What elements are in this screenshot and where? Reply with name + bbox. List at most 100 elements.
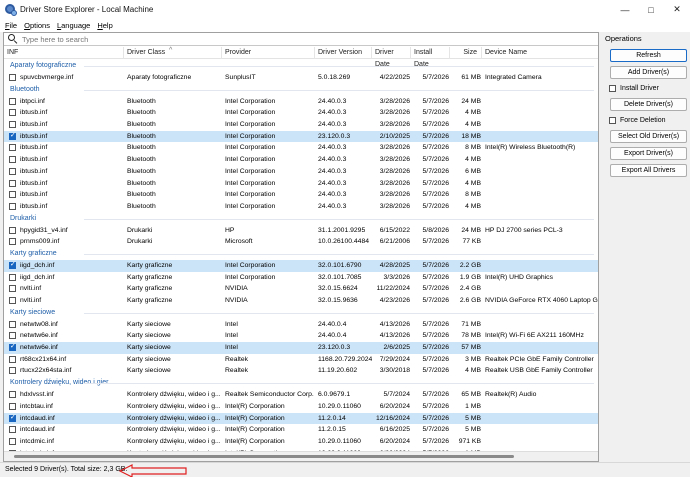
table-row[interactable]: netwtw08.inf Karty sieciowe Intel 24.40.0.4… xyxy=(4,319,598,331)
table-row[interactable]: prnms009.inf Drukarki Microsoft 10.0.26100.… xyxy=(4,236,598,248)
table-row[interactable]: intcdaud.inf Kontrolery dźwięku, wideo i … xyxy=(4,424,598,436)
cell-date: 11/22/2024 xyxy=(376,285,410,293)
refresh-button[interactable]: Refresh xyxy=(610,49,687,62)
table-row[interactable]: rtucx22x64sta.inf Karty sieciowe Realtek 11… xyxy=(4,365,598,377)
checkbox-box[interactable] xyxy=(609,117,616,124)
row-checkbox[interactable] xyxy=(9,297,16,304)
table-row[interactable]: intcbtau.inf Kontrolery dźwięku, wideo i … xyxy=(4,401,598,413)
cell-cls: Karty sieciowe xyxy=(127,320,171,328)
menu-file[interactable]: File xyxy=(5,21,17,30)
table-row[interactable]: intcdmic.inf Kontrolery dźwięku, wideo i … xyxy=(4,436,598,448)
col-header-driver-version[interactable]: Driver Version xyxy=(315,47,372,59)
row-checkbox[interactable] xyxy=(9,437,16,445)
col-header-size[interactable]: Size xyxy=(450,47,482,59)
menu-options[interactable]: Options xyxy=(24,21,50,30)
cell-ver: 24.40.0.3 xyxy=(318,144,347,152)
table-row[interactable]: ibtusb.inf Bluetooth Intel Corporation 24.4… xyxy=(4,166,598,178)
minimize-button[interactable]: — xyxy=(612,0,638,19)
table-row[interactable]: ibtusb.inf Bluetooth Intel Corporation 24.4… xyxy=(4,201,598,213)
delete-drivers-button[interactable]: Delete Driver(s) xyxy=(610,98,687,111)
table-row[interactable]: ibtusb.inf Bluetooth Intel Corporation 24.4… xyxy=(4,178,598,190)
horizontal-scrollbar[interactable] xyxy=(4,451,598,461)
table-row[interactable]: iigd_dch.inf Karty graficzne Intel Corpora… xyxy=(4,259,598,272)
cell-ver: 5.0.18.269 xyxy=(318,74,351,81)
col-header-install-date[interactable]: Install Date xyxy=(411,47,450,68)
cell-date: 7/29/2024 xyxy=(379,355,410,363)
row-checkbox[interactable] xyxy=(9,191,16,199)
table-row[interactable]: ibtusb.inf Bluetooth Intel Corporation 23.1… xyxy=(4,130,598,143)
cell-cls: Karty graficzne xyxy=(127,285,173,293)
table-row[interactable]: ibtusb.inf Bluetooth Intel Corporation 24.4… xyxy=(4,154,598,166)
table-row[interactable]: netwtw6e.inf Karty sieciowe Intel 23.120.0.… xyxy=(4,342,598,354)
row-checkbox[interactable] xyxy=(9,156,16,164)
row-checkbox[interactable] xyxy=(9,167,16,175)
table-row[interactable]: ibtusb.inf Bluetooth Intel Corporation 24.4… xyxy=(4,189,598,201)
cell-size: 5 MB xyxy=(465,426,481,434)
checkbox-box[interactable] xyxy=(609,85,616,92)
export-all-drivers-button[interactable]: Export All Drivers xyxy=(610,164,687,177)
row-checkbox[interactable] xyxy=(9,426,16,434)
row-checkbox[interactable] xyxy=(9,202,16,210)
cell-dev: Intel(R) Wireless Bluetooth(R) xyxy=(485,144,576,152)
col-header-driver-class[interactable]: Driver Class ^ xyxy=(124,47,222,59)
cell-date: 6/16/2025 xyxy=(379,426,410,434)
table-row[interactable]: spuvcbvmerge.inf Aparaty fotograficzne Sun… xyxy=(4,72,598,84)
table-row[interactable]: hdxlvsst.inf Kontrolery dźwięku, wideo i … xyxy=(4,389,598,401)
col-header-driver-date[interactable]: Driver Date xyxy=(372,47,411,68)
table-row[interactable]: nvlti.inf Karty graficzne NVIDIA 32.0.15.96… xyxy=(4,295,598,307)
row-checkbox[interactable] xyxy=(9,74,16,81)
row-checkbox[interactable] xyxy=(9,320,16,328)
table-row[interactable]: rt68cx21x64.inf Karty sieciowe Realtek 1168… xyxy=(4,354,598,366)
row-checkbox[interactable] xyxy=(9,260,16,269)
maximize-button[interactable]: □ xyxy=(638,0,664,19)
row-checkbox[interactable] xyxy=(9,367,16,375)
table-row[interactable]: intcdaud.inf Kontrolery dźwięku, wideo i … xyxy=(4,412,598,425)
row-checkbox[interactable] xyxy=(9,391,16,399)
cell-inst: 5/7/2026 xyxy=(422,344,449,352)
table-row[interactable]: ibtpci.inf Bluetooth Intel Corporation 24.4… xyxy=(4,96,598,108)
row-checkbox[interactable] xyxy=(9,144,16,152)
table-row[interactable]: ibtusb.inf Bluetooth Intel Corporation 24.4… xyxy=(4,119,598,131)
row-checkbox[interactable] xyxy=(9,332,16,340)
row-checkbox[interactable] xyxy=(9,238,16,246)
install-driver-checkbox[interactable]: Install Driver xyxy=(609,83,686,94)
table-row[interactable]: iigd_dch.inf Karty graficzne Intel Corpora… xyxy=(4,272,598,284)
table-row[interactable]: ibtusb.inf Bluetooth Intel Corporation 24.4… xyxy=(4,142,598,154)
table-row[interactable]: ibtusb.inf Bluetooth Intel Corporation 24.4… xyxy=(4,107,598,119)
row-checkbox[interactable] xyxy=(9,97,16,105)
row-checkbox[interactable] xyxy=(9,355,16,363)
cell-inst: 5/7/2026 xyxy=(422,202,449,210)
row-checkbox[interactable] xyxy=(9,179,16,187)
row-checkbox[interactable] xyxy=(9,402,16,410)
search-input[interactable] xyxy=(22,34,582,44)
row-checkbox[interactable] xyxy=(9,342,16,352)
row-checkbox[interactable] xyxy=(9,109,16,117)
cell-inf: ibtusb.inf xyxy=(20,179,48,187)
force-deletion-checkbox[interactable]: Force Deletion xyxy=(609,115,686,126)
menu-language[interactable]: Language xyxy=(57,21,90,30)
col-header-device-name[interactable]: Device Name xyxy=(482,47,598,59)
cell-dev: Realtek USB GbE Family Controller xyxy=(485,367,593,375)
export-drivers-button[interactable]: Export Driver(s) xyxy=(610,147,687,160)
cell-prov: Intel Corporation xyxy=(225,132,276,140)
menu-help[interactable]: Help xyxy=(97,21,112,30)
cell-cls: Drukarki xyxy=(127,238,153,246)
col-header-provider[interactable]: Provider xyxy=(222,47,315,59)
cell-inst: 5/7/2026 xyxy=(422,238,449,246)
cell-prov: Intel(R) Corporation xyxy=(225,437,285,445)
col-header-inf[interactable]: INF xyxy=(4,47,124,59)
table-row[interactable]: netwtw6e.inf Karty sieciowe Intel 24.40.0.4… xyxy=(4,330,598,342)
cell-prov: Microsoft xyxy=(225,238,253,246)
close-button[interactable]: ✕ xyxy=(664,0,690,19)
row-checkbox[interactable] xyxy=(9,226,16,234)
table-row[interactable]: hpygid31_v4.inf Drukarki HP 31.1.2001.9295 6… xyxy=(4,225,598,237)
row-checkbox[interactable] xyxy=(9,413,16,422)
row-checkbox[interactable] xyxy=(9,131,16,140)
table-row[interactable]: nvlti.inf Karty graficzne NVIDIA 32.0.15.66… xyxy=(4,283,598,295)
row-checkbox[interactable] xyxy=(9,121,16,129)
row-checkbox[interactable] xyxy=(9,285,16,293)
row-checkbox[interactable] xyxy=(9,273,16,281)
select-old-drivers-button[interactable]: Select Old Driver(s) xyxy=(610,130,687,143)
add-drivers-button[interactable]: Add Driver(s) xyxy=(610,66,687,79)
scrollbar-thumb[interactable] xyxy=(14,455,514,458)
